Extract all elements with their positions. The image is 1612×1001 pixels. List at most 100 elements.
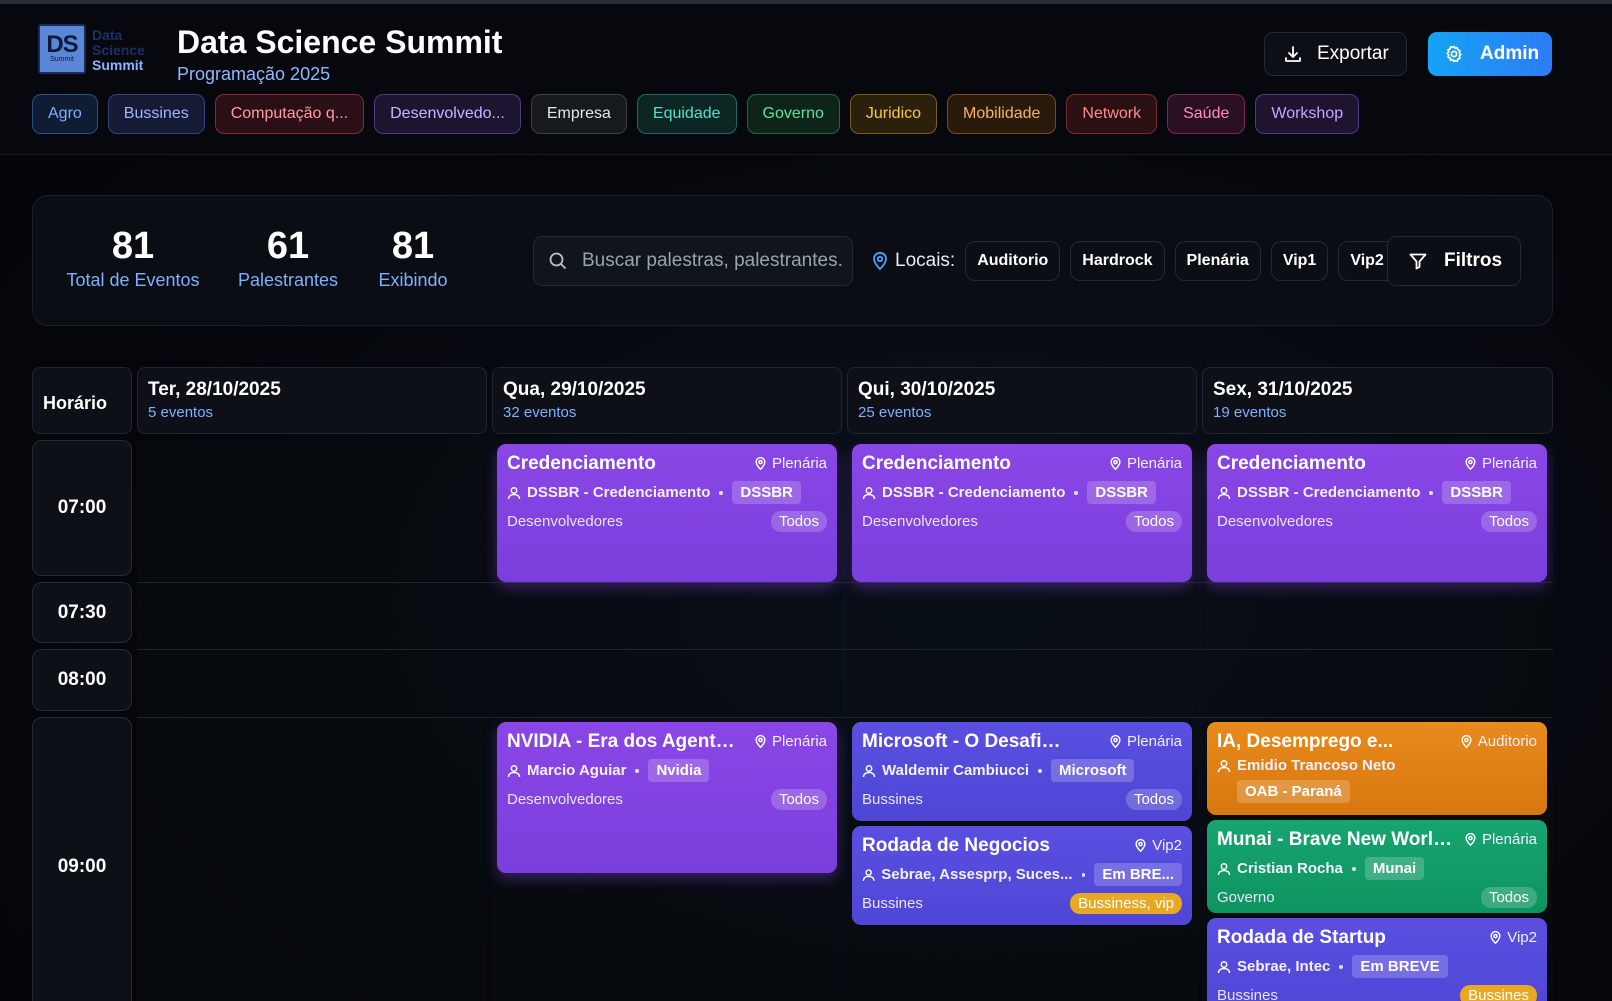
event-card[interactable]: IA, Desemprego e... Auditorio Emidio Tra…	[1207, 722, 1547, 815]
day-date: Ter, 28/10/2025	[148, 379, 281, 400]
filters-button[interactable]: Filtros	[1387, 236, 1521, 286]
event-card[interactable]: Rodada de Startup Vip2 Sebrae, Intec Em …	[1207, 918, 1547, 1001]
category-chip[interactable]: Governo	[746, 94, 840, 134]
category-chip[interactable]: Mobilidade	[947, 94, 1057, 134]
event-title: Credenciamento	[507, 453, 656, 474]
logo: DS Summit Data Science Summit	[38, 24, 148, 76]
day-header-qua: Qua, 29/10/2025 32 eventos	[492, 367, 842, 434]
category-chip[interactable]: Desenvolvedo...	[374, 94, 521, 134]
page-title: Data Science Summit	[177, 24, 503, 60]
event-org-tag: DSSBR	[732, 481, 801, 504]
event-speaker-row: Waldemir Cambiucci Microsoft	[862, 759, 1182, 782]
category-chip[interactable]: Juridico	[849, 94, 938, 134]
logo-wordmark: Data Science Summit	[92, 28, 145, 73]
filter-icon	[1409, 253, 1427, 270]
event-card[interactable]: Credenciamento Plenária DSSBR - Credenci…	[497, 444, 837, 582]
event-title: Rodada de Startup	[1217, 927, 1386, 948]
user-icon	[507, 486, 521, 499]
map-pin-icon	[873, 251, 887, 271]
filters-label: Filtros	[1444, 250, 1503, 271]
category-chip[interactable]: Network	[1066, 94, 1158, 134]
day-date: Qua, 29/10/2025	[503, 379, 646, 400]
event-location-label: Vip2	[1152, 837, 1182, 854]
locais-label-group: Locais:	[871, 250, 955, 272]
event-org-tag: DSSBR	[1442, 481, 1511, 504]
event-footer: Bussines Todos	[862, 789, 1182, 810]
event-location-label: Plenária	[771, 455, 827, 472]
event-track: Desenvolvedores	[862, 513, 978, 530]
category-chip[interactable]: Empresa	[530, 94, 627, 134]
event-card[interactable]: Rodada de Negocios Vip2 Sebrae, Assesprp…	[852, 826, 1192, 925]
row-divider	[137, 717, 1553, 718]
user-icon	[1217, 960, 1231, 973]
event-speaker: DSSBR - Credenciamento	[882, 484, 1066, 501]
location-filter: Locais: Auditorio Hardrock Plenária Vip1 Vip…	[871, 241, 1396, 281]
download-icon	[1285, 46, 1301, 62]
stat-speakers-value: 61	[266, 225, 310, 267]
event-location: Plenária	[1464, 831, 1537, 848]
event-title: Credenciamento	[1217, 453, 1366, 474]
event-speaker-row: Marcio Aguiar Nvidia	[507, 759, 827, 782]
day-date: Sex, 31/10/2025	[1213, 379, 1353, 400]
event-speaker-row: Sebrae, Intec Em BREVE	[1217, 955, 1537, 978]
logo-line-3: Summit	[92, 57, 144, 73]
event-location: Plenária	[754, 455, 827, 472]
event-org-tag: Nvidia	[648, 759, 710, 782]
user-icon	[862, 486, 876, 499]
search-box[interactable]	[533, 236, 853, 286]
event-org-tag: DSSBR	[1087, 481, 1156, 504]
event-speaker-row: DSSBR - Credenciamento DSSBR	[507, 481, 827, 504]
row-divider	[137, 649, 1553, 650]
separator-dot	[1081, 872, 1086, 877]
admin-label: Admin	[1480, 43, 1540, 64]
row-divider	[137, 582, 1553, 583]
event-audience-badge: Todos	[1480, 887, 1537, 908]
day-header-qui: Qui, 30/10/2025 25 eventos	[847, 367, 1197, 434]
map-pin-icon	[1135, 838, 1146, 853]
event-card[interactable]: Microsoft - O Desafio... Plenária Waldem…	[852, 722, 1192, 821]
location-chips: Auditorio Hardrock Plenária Vip1 Vip2	[965, 241, 1396, 281]
export-button[interactable]: Exportar	[1264, 32, 1407, 76]
hour-header-label: Horário	[43, 393, 108, 413]
location-chip[interactable]: Auditorio	[965, 241, 1061, 281]
event-card[interactable]: Credenciamento Plenária DSSBR - Credenci…	[1207, 444, 1547, 582]
event-audience-badge: Bussiness, vip	[1070, 893, 1182, 914]
event-org-tag: Microsoft	[1050, 759, 1135, 782]
event-audience-badge: Todos	[770, 511, 827, 532]
location-chip[interactable]: Vip1	[1270, 241, 1329, 281]
event-track: Bussines	[862, 791, 923, 808]
event-audience-badge: Todos	[1125, 789, 1182, 810]
event-location-label: Auditorio	[1477, 733, 1537, 750]
event-track: Desenvolvedores	[507, 513, 623, 530]
category-chip[interactable]: Agro	[32, 94, 98, 134]
event-speaker: Sebrae, Assesprp, Suces...	[881, 866, 1073, 883]
event-card[interactable]: Credenciamento Plenária DSSBR - Credenci…	[852, 444, 1192, 582]
category-chip[interactable]: Computação q...	[214, 94, 365, 134]
location-chip[interactable]: Hardrock	[1070, 241, 1165, 281]
event-speaker: Waldemir Cambiucci	[882, 762, 1029, 779]
map-pin-icon	[1465, 832, 1476, 847]
stat-speakers-label: Palestrantes	[237, 270, 339, 290]
event-speaker-row: Cristian Rocha Munai	[1217, 857, 1537, 880]
admin-button[interactable]: Admin	[1428, 32, 1552, 76]
category-chip[interactable]: Saúde	[1167, 94, 1246, 134]
event-org-row: OAB - Paraná	[1217, 780, 1537, 803]
event-card[interactable]: Munai - Brave New World: ... Plenária Cr…	[1207, 820, 1547, 913]
event-speaker-row: Emidio Trancoso Neto	[1217, 757, 1537, 774]
category-chip[interactable]: Workshop	[1255, 94, 1360, 134]
event-card[interactable]: NVIDIA - Era dos Agentes... Plenária Mar…	[497, 722, 837, 873]
category-chip[interactable]: Bussines	[107, 94, 205, 134]
event-speaker-row: Sebrae, Assesprp, Suces... Em BRE...	[862, 863, 1182, 886]
separator-dot	[1037, 768, 1042, 773]
location-chip[interactable]: Plenária	[1174, 241, 1261, 281]
event-location-label: Plenária	[771, 733, 827, 750]
search-input[interactable]	[582, 250, 842, 272]
event-location: Plenária	[1109, 455, 1182, 472]
stat-showing-value: 81	[391, 225, 435, 267]
time-slot-0900: 09:00	[32, 717, 132, 1001]
search-icon	[549, 252, 566, 269]
event-audience-badge: Todos	[770, 789, 827, 810]
category-chip[interactable]: Equidade	[636, 94, 737, 134]
event-footer: Governo Todos	[1217, 887, 1537, 908]
event-org-tag: Munai	[1364, 857, 1425, 880]
